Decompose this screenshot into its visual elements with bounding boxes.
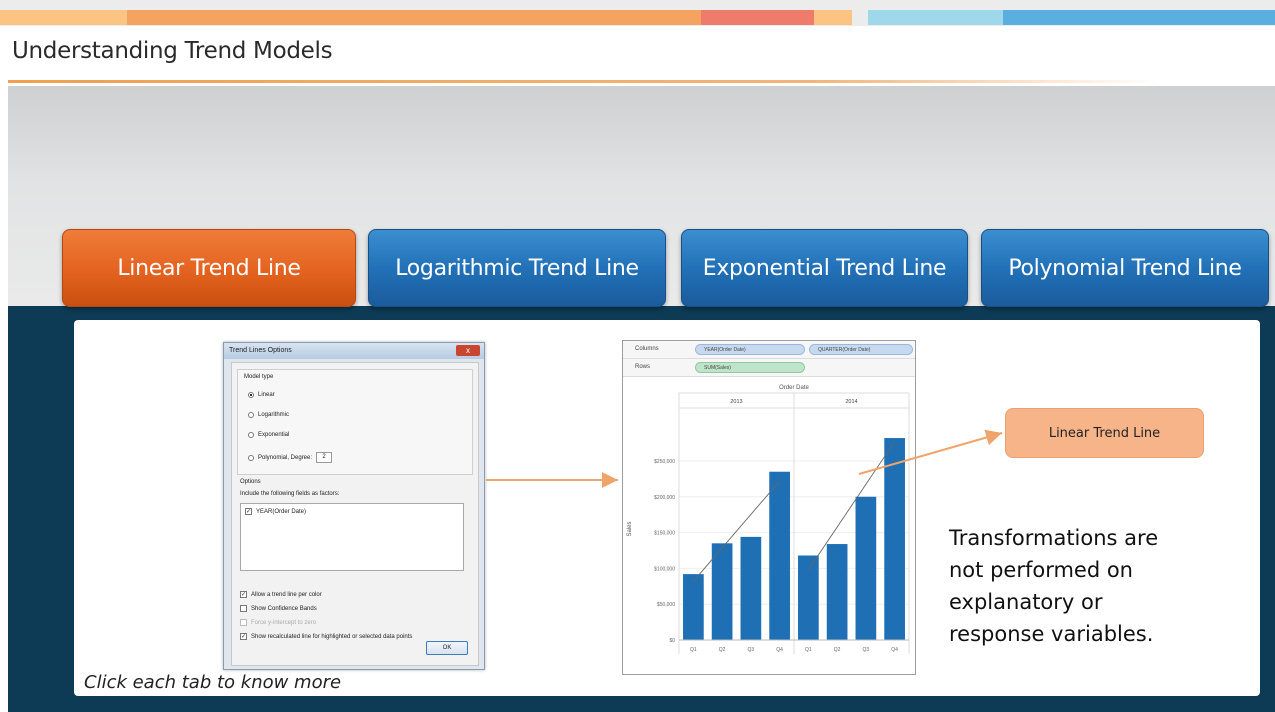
linear-trend-line-callout: Linear Trend Line — [1005, 408, 1204, 458]
x-tick-label: Q1 — [805, 647, 812, 653]
model-option-linear: Linear — [248, 392, 275, 398]
tab-polynomial-trend-line[interactable]: Polynomial Trend Line — [981, 229, 1269, 307]
rows-shelf: Rows SUM(Sales) — [623, 359, 915, 377]
y-tick-label: $200,000 — [654, 495, 675, 501]
model-option-label: Exponential — [258, 432, 290, 438]
y-tick-label: $100,000 — [654, 566, 675, 572]
trend-line — [693, 480, 780, 582]
year-header: 2013 — [730, 399, 742, 405]
degree-stepper: 2 — [316, 452, 333, 463]
ok-button: OK — [426, 641, 468, 655]
check-allow-trend-per-color: ✓ Allow a trend line per color — [240, 591, 322, 598]
bar — [683, 574, 704, 640]
page-title: Understanding Trend Models — [12, 38, 333, 64]
model-type-group: Model type Linear Logarithmic Exponentia… — [237, 369, 473, 475]
model-option-label: Logarithmic — [258, 412, 290, 418]
bar — [884, 438, 905, 640]
options-label: Options — [240, 479, 261, 485]
column-pill: YEAR(Order Date) — [695, 344, 805, 355]
radio-icon — [248, 454, 254, 461]
chart-header: Order Date — [779, 385, 809, 391]
note-line: Transformations are — [949, 526, 1159, 550]
y-axis-label: Sales — [627, 521, 633, 536]
color-segment-3 — [701, 10, 814, 25]
x-tick-label: Q4 — [776, 647, 783, 653]
rows-label: Rows — [635, 364, 651, 370]
column-pill: QUARTER(Order Date) — [809, 344, 913, 355]
model-option-logarithmic: Logarithmic — [248, 412, 289, 418]
color-segment-1 — [0, 10, 127, 25]
model-option-polynomial: Polynomial, Degree: 2 — [248, 452, 333, 463]
sales-trend-chart: Order Date Sales $0 $50,000 $100,000 $150,000… — [627, 385, 910, 654]
checkbox-icon: ✓ — [245, 508, 252, 515]
dialog-body: Model type Linear Logarithmic Exponentia… — [231, 362, 479, 666]
bar — [711, 543, 733, 640]
model-option-exponential: Exponential — [248, 432, 289, 438]
y-tick-label: $0 — [669, 638, 675, 644]
check-label: Show recalculated line for highlighted o… — [251, 633, 413, 640]
instruction-hint: Click each tab to know more — [84, 672, 342, 693]
radio-icon — [248, 412, 254, 418]
trend-lines-options-dialog: Trend Lines Options x Model type Linear … — [223, 342, 485, 670]
bar — [769, 471, 790, 640]
checkbox-icon: ✓ — [240, 633, 247, 640]
checkbox-icon — [240, 619, 247, 626]
checkbox-icon: ✓ — [240, 591, 247, 598]
checkbox-icon — [240, 605, 247, 612]
model-option-label: Linear — [258, 392, 275, 398]
factor-item-label: YEAR(Order Date) — [256, 508, 307, 515]
color-segment-2 — [127, 10, 701, 25]
columns-shelf: Columns YEAR(Order Date) QUARTER(Order D… — [623, 341, 915, 359]
tab-linear-trend-line[interactable]: Linear Trend Line — [62, 229, 356, 307]
note-line: not performed on — [949, 558, 1133, 582]
check-show-recalculated-line: ✓ Show recalculated line for highlighted… — [240, 633, 412, 640]
bar — [740, 536, 762, 640]
tab-logarithmic-trend-line[interactable]: Logarithmic Trend Line — [368, 229, 666, 307]
y-tick-label: $250,000 — [654, 459, 675, 465]
check-label: Allow a trend line per color — [251, 591, 322, 598]
color-segment-5 — [868, 10, 1003, 25]
bar — [798, 555, 819, 640]
y-tick-label: $150,000 — [654, 531, 675, 537]
x-tick-label: Q2 — [834, 647, 841, 653]
color-segment-4 — [814, 10, 852, 25]
tab-content-card: Trend Lines Options x Model type Linear … — [74, 320, 1260, 696]
columns-label: Columns — [635, 346, 659, 352]
x-tick-label: Q3 — [863, 647, 870, 653]
radio-icon — [248, 392, 254, 398]
check-force-intercept-zero: Force y-intercept to zero — [240, 619, 316, 626]
row-pill: SUM(Sales) — [695, 362, 805, 373]
dialog-title: Trend Lines Options — [229, 347, 292, 354]
title-divider — [8, 80, 1158, 83]
color-segment-6 — [1003, 10, 1275, 25]
top-color-bar — [0, 0, 1275, 26]
model-type-label: Model type — [244, 374, 274, 380]
x-tick-label: Q1 — [690, 647, 697, 653]
year-header: 2014 — [845, 399, 857, 405]
y-tick-label: $50,000 — [657, 602, 675, 608]
radio-icon — [248, 432, 254, 438]
bar — [855, 496, 877, 640]
x-tick-label: Q2 — [719, 647, 726, 653]
check-label: Show Confidence Bands — [251, 605, 317, 612]
note-line: response variables. — [949, 622, 1154, 646]
bar — [826, 544, 848, 640]
tab-exponential-trend-line[interactable]: Exponential Trend Line — [681, 229, 968, 307]
check-label: Force y-intercept to zero — [251, 619, 317, 626]
x-tick-label: Q3 — [748, 647, 755, 653]
note-line: explanatory or — [949, 590, 1103, 614]
close-icon: x — [456, 345, 480, 356]
factors-list: ✓ YEAR(Order Date) — [240, 503, 464, 571]
transformation-note: Transformations are not performed on exp… — [949, 522, 1229, 650]
model-option-label: Polynomial, Degree: — [258, 454, 313, 461]
tableau-view: Columns YEAR(Order Date) QUARTER(Order D… — [622, 340, 916, 675]
factors-label: Include the following fields as factors: — [240, 491, 340, 497]
x-tick-label: Q4 — [891, 647, 898, 653]
trend-models-panel: Linear Trend Line Logarithmic Trend Line… — [8, 86, 1275, 712]
check-show-confidence-bands: Show Confidence Bands — [240, 605, 317, 612]
dialog-title-bar: Trend Lines Options x — [224, 343, 484, 359]
factor-item: ✓ YEAR(Order Date) — [245, 508, 306, 515]
